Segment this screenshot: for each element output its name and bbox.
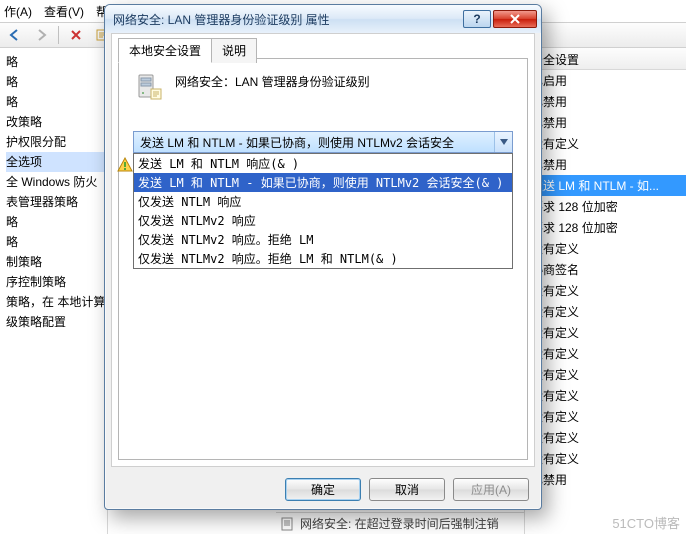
list-item[interactable]: 已启用 bbox=[525, 70, 686, 91]
help-button[interactable]: ? bbox=[463, 10, 491, 28]
list-item[interactable]: 已禁用 bbox=[525, 469, 686, 490]
list-item[interactable]: 没有定义 bbox=[525, 301, 686, 322]
list-item[interactable]: 已禁用 bbox=[525, 112, 686, 133]
server-icon bbox=[133, 71, 165, 103]
list-item[interactable]: 没有定义 bbox=[525, 280, 686, 301]
dropdown-option[interactable]: 发送 LM 和 NTLM 响应(& ) bbox=[134, 154, 512, 173]
auth-level-combo[interactable]: 发送 LM 和 NTLM - 如果已协商，则使用 NTLMv2 会话安全 发送 … bbox=[133, 131, 513, 153]
list-item[interactable]: 要求 128 位加密 bbox=[525, 217, 686, 238]
list-item[interactable]: 没有定义 bbox=[525, 133, 686, 154]
tree-item[interactable]: 全选项 bbox=[6, 152, 107, 172]
tree-item[interactable]: 略 bbox=[6, 212, 107, 232]
combo-display[interactable]: 发送 LM 和 NTLM - 如果已协商，则使用 NTLMv2 会话安全 bbox=[133, 131, 513, 153]
list-item[interactable]: 没有定义 bbox=[525, 322, 686, 343]
dropdown-option[interactable]: 仅发送 NTLMv2 响应。拒绝 LM bbox=[134, 230, 512, 249]
list-item[interactable]: 已禁用 bbox=[525, 154, 686, 175]
close-icon bbox=[509, 14, 521, 24]
list-item[interactable]: 没有定义 bbox=[525, 448, 686, 469]
cancel-button[interactable]: 取消 bbox=[369, 478, 445, 501]
dialog-title: 网络安全: LAN 管理器身份验证级别 属性 bbox=[113, 11, 461, 28]
menu-item[interactable]: 作(A) bbox=[4, 3, 32, 20]
tab-panel: 网络安全：LAN 管理器身份验证级别 发送 LM 和 NTLM - 如果已协商，… bbox=[118, 58, 528, 460]
tree-item[interactable]: 制策略 bbox=[6, 252, 107, 272]
tree-item[interactable]: 略 bbox=[6, 52, 107, 72]
tree-item[interactable]: 策略，在 本地计算 bbox=[6, 292, 107, 312]
tree-item[interactable]: 全 Windows 防火 bbox=[6, 172, 107, 192]
tree-item[interactable]: 略 bbox=[6, 72, 107, 92]
list-item[interactable]: 没有定义 bbox=[525, 427, 686, 448]
policy-name: 网络安全：LAN 管理器身份验证级别 bbox=[175, 71, 370, 90]
properties-dialog: 网络安全: LAN 管理器身份验证级别 属性 ? 本地安全设置 说明 bbox=[104, 4, 542, 510]
tree-item[interactable]: 序控制策略 bbox=[6, 272, 107, 292]
tab-explain[interactable]: 说明 bbox=[211, 38, 257, 63]
ok-button[interactable]: 确定 bbox=[285, 478, 361, 501]
nav-tree[interactable]: 略略略改策略护权限分配全选项全 Windows 防火表管理器策略略略制策略序控制… bbox=[0, 48, 108, 534]
toolbar-delete-icon[interactable] bbox=[65, 25, 87, 45]
tree-item[interactable]: 改策略 bbox=[6, 112, 107, 132]
status-bar: 网络安全: 在超过登录时间后强制注销 bbox=[276, 512, 524, 534]
tree-item[interactable]: 略 bbox=[6, 92, 107, 112]
toolbar-back-icon[interactable] bbox=[4, 25, 26, 45]
menu-item[interactable]: 查看(V) bbox=[44, 3, 84, 20]
list-item[interactable]: 没有定义 bbox=[525, 406, 686, 427]
list-item[interactable]: 没有定义 bbox=[525, 238, 686, 259]
toolbar-forward-icon[interactable] bbox=[30, 25, 52, 45]
dropdown-option[interactable]: 发送 LM 和 NTLM - 如果已协商，则使用 NTLMv2 会话安全(& ) bbox=[134, 173, 512, 192]
tree-item[interactable]: 级策略配置 bbox=[6, 312, 107, 332]
close-button[interactable] bbox=[493, 10, 537, 28]
tab-strip: 本地安全设置 说明 bbox=[118, 38, 256, 63]
dropdown-option[interactable]: 仅发送 NTLMv2 响应 bbox=[134, 211, 512, 230]
settings-list[interactable]: 安全设置 已启用已禁用已禁用没有定义已禁用发送 LM 和 NTLM - 如...… bbox=[524, 48, 686, 534]
dialog-button-row: 确定 取消 应用(A) bbox=[285, 478, 529, 501]
apply-button[interactable]: 应用(A) bbox=[453, 478, 529, 501]
list-item[interactable]: 发送 LM 和 NTLM - 如... bbox=[525, 175, 686, 196]
policy-icon bbox=[280, 516, 296, 532]
tree-item[interactable]: 略 bbox=[6, 232, 107, 252]
combo-value: 发送 LM 和 NTLM - 如果已协商，则使用 NTLMv2 会话安全 bbox=[140, 134, 454, 151]
list-header: 安全设置 bbox=[525, 48, 686, 70]
tree-item[interactable]: 表管理器策略 bbox=[6, 192, 107, 212]
combo-dropdown[interactable]: 发送 LM 和 NTLM 响应(& )发送 LM 和 NTLM - 如果已协商，… bbox=[133, 153, 513, 269]
warning-icon bbox=[117, 157, 133, 173]
list-item[interactable]: 没有定义 bbox=[525, 343, 686, 364]
tree-item[interactable]: 护权限分配 bbox=[6, 132, 107, 152]
list-item[interactable]: 要求 128 位加密 bbox=[525, 196, 686, 217]
dropdown-option[interactable]: 仅发送 NTLM 响应 bbox=[134, 192, 512, 211]
watermark: 51CTO博客 bbox=[612, 513, 680, 532]
list-item[interactable]: 已禁用 bbox=[525, 91, 686, 112]
chevron-down-icon[interactable] bbox=[494, 132, 512, 152]
list-item[interactable]: 没有定义 bbox=[525, 364, 686, 385]
list-item[interactable]: 协商签名 bbox=[525, 259, 686, 280]
dialog-titlebar[interactable]: 网络安全: LAN 管理器身份验证级别 属性 ? bbox=[105, 5, 541, 33]
list-item[interactable]: 没有定义 bbox=[525, 385, 686, 406]
dropdown-option[interactable]: 仅发送 NTLMv2 响应。拒绝 LM 和 NTLM(& ) bbox=[134, 249, 512, 268]
tab-local-security[interactable]: 本地安全设置 bbox=[118, 38, 212, 63]
